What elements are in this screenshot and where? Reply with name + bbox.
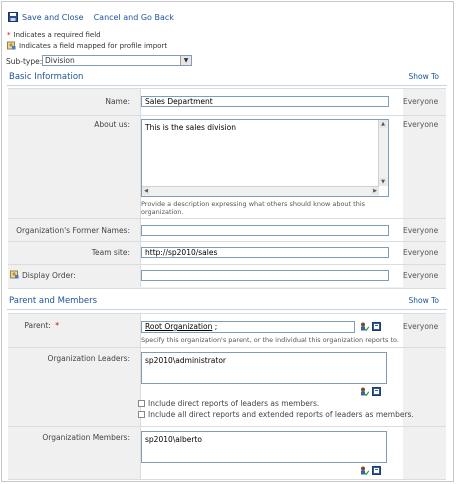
members-picker-icons	[360, 466, 381, 475]
about-label: About us:	[94, 120, 130, 129]
scroll-up-icon[interactable]: ▲	[379, 120, 387, 128]
parent-members-form: Parent: * Root Organization ; Specify th…	[8, 313, 446, 480]
basic-information-title: Basic Information	[9, 72, 84, 82]
scroll-left-icon[interactable]: ◀	[142, 187, 150, 195]
save-icon[interactable]	[8, 12, 18, 22]
team-site-label: Team site:	[91, 248, 130, 257]
name-privacy: Everyone	[403, 97, 439, 106]
parent-separator: ;	[214, 322, 218, 331]
former-names-row: Organization's Former Names: Everyone	[8, 219, 446, 241]
display-order-input[interactable]	[141, 270, 389, 281]
parent-picker-icons	[360, 322, 381, 331]
team-site-row: Team site: http://sp2010/sales Everyone	[8, 242, 446, 264]
subtype-select[interactable]: Division ▼	[42, 55, 192, 66]
parent-label-wrap: Parent: *	[8, 321, 66, 330]
members-people-picker[interactable]: sp2010\alberto	[141, 431, 387, 463]
members-label: Organization Members:	[42, 433, 130, 442]
save-and-close-button[interactable]: Save and Close	[22, 13, 84, 22]
toolbar: Save and Close Cancel and Go Back	[8, 10, 174, 24]
required-note: * Indicates a required field	[7, 31, 101, 39]
leaders-row: Organization Leaders: sp2010\administrat…	[8, 348, 446, 426]
team-site-privacy: Everyone	[403, 248, 439, 257]
about-textarea[interactable]: This is the sales division ▲ ▼ ◀ ▶	[141, 119, 389, 197]
mapped-field-icon	[10, 270, 19, 279]
browse-address-book-icon[interactable]	[372, 322, 381, 331]
team-site-input[interactable]: http://sp2010/sales	[141, 247, 389, 258]
leaders-label: Organization Leaders:	[47, 354, 130, 363]
vertical-scrollbar[interactable]: ▲ ▼	[378, 120, 388, 186]
parent-description: Specify this organization's parent, or t…	[141, 336, 399, 344]
subtype-label: Sub-type:	[6, 57, 43, 66]
parent-privacy: Everyone	[403, 322, 439, 331]
subtype-value: Division	[45, 56, 75, 65]
scroll-right-icon[interactable]: ▶	[371, 187, 379, 195]
check-names-icon[interactable]	[360, 466, 369, 475]
horizontal-scrollbar[interactable]: ◀ ▶	[142, 186, 379, 196]
browse-address-book-icon[interactable]	[372, 387, 381, 396]
cancel-and-go-back-button[interactable]: Cancel and Go Back	[94, 13, 174, 22]
leaders-people-picker[interactable]: sp2010\administrator	[141, 352, 387, 384]
leaders-value: sp2010\administrator	[145, 356, 227, 365]
mapped-field-icon	[7, 41, 16, 50]
include-direct-reports-label: Include direct reports of leaders as mem…	[148, 399, 320, 408]
basic-information-form: Name: Sales Department Everyone About us…	[8, 88, 446, 289]
display-order-privacy: Everyone	[403, 271, 439, 280]
members-value: sp2010\alberto	[145, 435, 202, 444]
name-row: Name: Sales Department Everyone	[8, 89, 446, 115]
parent-label: Parent:	[24, 321, 51, 330]
check-names-icon[interactable]	[360, 387, 369, 396]
parent-members-show-to-label: Show To	[408, 296, 439, 305]
former-names-privacy: Everyone	[403, 226, 439, 235]
include-all-reports-checkbox[interactable]	[138, 411, 145, 418]
basic-show-to-label: Show To	[408, 72, 439, 81]
mapped-note: Indicates a field mapped for profile imp…	[7, 41, 167, 50]
browse-address-book-icon[interactable]	[372, 466, 381, 475]
required-marker: *	[7, 31, 11, 39]
about-privacy: Everyone	[403, 120, 439, 129]
parent-members-header: Parent and Members Show To	[7, 295, 447, 310]
parent-people-picker[interactable]: Root Organization ;	[141, 321, 355, 333]
former-names-input[interactable]	[141, 225, 389, 236]
display-order-label: Display Order:	[22, 271, 76, 280]
required-note-text: Indicates a required field	[13, 31, 101, 39]
name-label: Name:	[105, 97, 130, 106]
parent-row: Parent: * Root Organization ; Specify th…	[8, 314, 446, 347]
mapped-note-text: Indicates a field mapped for profile imp…	[19, 41, 168, 50]
parent-resolved-entity[interactable]: Root Organization	[145, 322, 212, 331]
former-names-label: Organization's Former Names:	[16, 226, 130, 235]
about-row: About us: This is the sales division ▲ ▼…	[8, 116, 446, 218]
basic-information-header: Basic Information Show To	[7, 71, 447, 86]
display-order-row: Display Order: Everyone	[8, 265, 446, 287]
parent-members-title: Parent and Members	[9, 296, 97, 306]
parent-required-marker: *	[55, 321, 59, 330]
leaders-picker-icons	[360, 387, 381, 396]
about-text: This is the sales division	[145, 123, 236, 132]
chevron-down-icon[interactable]: ▼	[180, 56, 191, 65]
include-direct-reports-checkbox[interactable]	[138, 400, 145, 407]
include-all-reports-label: Include all direct reports and extended …	[148, 410, 414, 419]
name-input[interactable]: Sales Department	[141, 96, 389, 107]
members-row: Organization Members: sp2010\alberto	[8, 427, 446, 479]
about-description: Provide a description expressing what ot…	[141, 200, 366, 216]
scroll-down-icon[interactable]: ▼	[379, 178, 387, 186]
check-names-icon[interactable]	[360, 322, 369, 331]
